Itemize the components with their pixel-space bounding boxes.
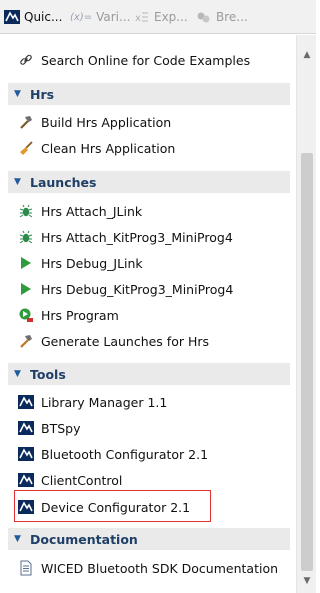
tab-label: Bre... [216, 10, 248, 24]
section-hrs-header[interactable]: ▼ Hrs [8, 83, 290, 105]
document-icon [18, 560, 34, 576]
item-label: Bluetooth Configurator 2.1 [41, 446, 209, 462]
item-label: ClientControl [41, 472, 123, 488]
hrs-debug-kitprog3-link[interactable]: Hrs Debug_KitProg3_MiniProg4 [18, 279, 233, 299]
chevron-down-icon: ▼ [14, 369, 21, 379]
highlight-box [14, 490, 211, 522]
bug-attach-icon [18, 203, 34, 219]
hrs-program-link[interactable]: Hrs Program [18, 305, 119, 325]
chevron-down-icon: ▼ [14, 534, 21, 544]
broom-icon [18, 140, 34, 156]
tab-label: Exp... [154, 10, 188, 24]
section-title: Documentation [30, 531, 138, 547]
scroll-thumb[interactable] [301, 153, 313, 571]
scroll-up-arrow-icon[interactable]: ▲ [297, 45, 317, 65]
modus-tool-icon [18, 394, 34, 410]
breakpoints-icon [196, 10, 212, 24]
item-label: WICED Bluetooth SDK Documentation [41, 560, 279, 576]
item-label: Library Manager 1.1 [41, 394, 168, 410]
wiced-bluetooth-sdk-doc-link[interactable]: WICED Bluetooth SDK Documentation [18, 558, 278, 578]
modus-tool-icon [18, 420, 34, 436]
generate-launches-link[interactable]: Generate Launches for Hrs [18, 331, 209, 351]
section-launches-header[interactable]: ▼ Launches [8, 171, 290, 193]
search-online-label: Search Online for Code Examples [41, 52, 251, 68]
vertical-scrollbar[interactable]: ▲ ▼ [296, 35, 316, 593]
program-icon [18, 307, 34, 323]
tab-breakpoints[interactable]: Bre... [196, 6, 252, 28]
item-label: Hrs Debug_JLink [41, 255, 143, 271]
bluetooth-configurator-link[interactable]: Bluetooth Configurator 2.1 [18, 444, 208, 464]
debug-play-icon [18, 255, 34, 271]
quick-panel-content: Search Online for Code Examples ▼ Hrs Bu… [0, 35, 296, 593]
link-icon [18, 52, 34, 68]
section-title: Tools [30, 366, 66, 382]
tab-expressions[interactable]: x Exp... [134, 6, 192, 28]
tab-quick-panel[interactable]: Quic... [4, 6, 62, 28]
library-manager-link[interactable]: Library Manager 1.1 [18, 392, 167, 412]
chevron-down-icon: ▼ [14, 177, 21, 187]
hammer-icon [18, 333, 34, 349]
debug-play-icon [18, 281, 34, 297]
scroll-down-arrow-icon[interactable]: ▼ [297, 571, 317, 591]
section-title: Hrs [30, 86, 55, 102]
hammer-icon [18, 114, 34, 130]
section-tools-header[interactable]: ▼ Tools [8, 363, 290, 385]
view-tab-bar: Quic... (x)= Vari... x Exp... Bre... [0, 0, 316, 34]
clientcontrol-link[interactable]: ClientControl [18, 470, 122, 490]
hrs-debug-jlink-link[interactable]: Hrs Debug_JLink [18, 253, 143, 273]
bug-attach-icon [18, 229, 34, 245]
clean-hrs-application-link[interactable]: Clean Hrs Application [18, 138, 175, 158]
expressions-icon: x [134, 10, 150, 24]
modus-tool-icon [18, 472, 34, 488]
tab-label: Quic... [24, 10, 62, 24]
tab-label: Vari... [96, 10, 130, 24]
svg-text:x: x [135, 13, 141, 24]
hrs-attach-jlink-link[interactable]: Hrs Attach_JLink [18, 201, 142, 221]
hrs-attach-kitprog3-link[interactable]: Hrs Attach_KitProg3_MiniProg4 [18, 227, 233, 247]
item-label: BTSpy [41, 420, 81, 436]
section-documentation-header[interactable]: ▼ Documentation [8, 528, 290, 550]
chevron-down-icon: ▼ [14, 89, 21, 99]
tab-variables[interactable]: (x)= Vari... [70, 6, 130, 28]
search-online-link[interactable]: Search Online for Code Examples [18, 50, 250, 70]
item-label: Build Hrs Application [41, 114, 172, 130]
item-label: Hrs Attach_KitProg3_MiniProg4 [41, 229, 233, 245]
variables-icon: (x)= [70, 11, 93, 23]
item-label: Hrs Attach_JLink [41, 203, 143, 219]
item-label: Clean Hrs Application [41, 140, 176, 156]
item-label: Hrs Program [41, 307, 119, 323]
modus-icon [4, 10, 20, 24]
item-label: Generate Launches for Hrs [41, 333, 210, 349]
section-title: Launches [30, 174, 97, 190]
item-label: Hrs Debug_KitProg3_MiniProg4 [41, 281, 234, 297]
btspy-link[interactable]: BTSpy [18, 418, 80, 438]
modus-tool-icon [18, 446, 34, 462]
build-hrs-application-link[interactable]: Build Hrs Application [18, 112, 171, 132]
